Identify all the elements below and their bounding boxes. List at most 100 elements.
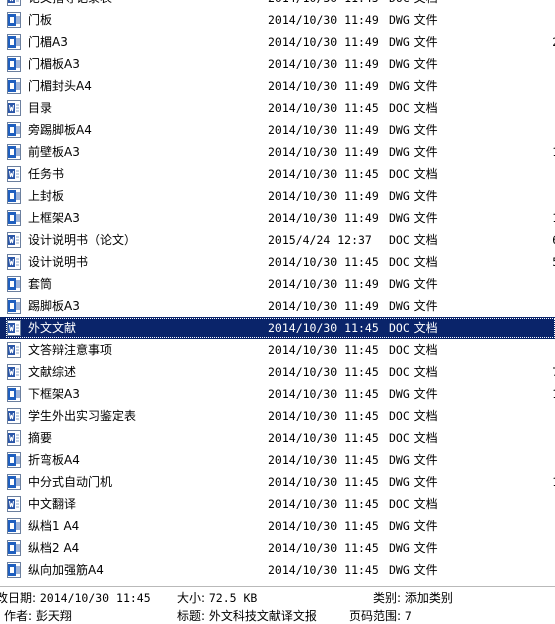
file-size: 96 xyxy=(490,75,555,97)
file-date: 2014/10/30 11:49 xyxy=(268,13,379,27)
file-name[interactable]: 门楣封头A4 xyxy=(28,75,258,97)
file-date: 2014/10/30 11:45 xyxy=(268,321,379,335)
file-name[interactable]: 文答辩注意事项 xyxy=(28,339,258,361)
file-name[interactable]: 上框架A3 xyxy=(28,207,258,229)
file-type: DWG 文件 xyxy=(389,13,438,27)
file-date: 2014/10/30 11:45 xyxy=(268,409,379,423)
file-name[interactable]: 门楣A3 xyxy=(28,31,258,53)
file-size: 73 xyxy=(490,317,555,339)
file-size: 670 xyxy=(490,229,555,251)
file-name[interactable]: 设计说明书（论文） xyxy=(28,229,258,251)
file-row-selected[interactable]: 外文文献 2014/10/30 11:45 DOC 文档 73 xyxy=(0,317,555,339)
file-row[interactable]: 纵向加强筋A4 2014/10/30 11:45 DWG 文件 85 xyxy=(0,559,555,581)
file-type: DWG 文件 xyxy=(389,519,438,533)
file-name[interactable]: 前壁板A3 xyxy=(28,141,258,163)
size-field: 大小: 72.5 KB xyxy=(177,591,258,605)
dwg-file-icon xyxy=(7,12,21,28)
file-row[interactable]: 文答辩注意事项 2014/10/30 11:45 DOC 文档 37 xyxy=(0,339,555,361)
file-row[interactable]: 门楣板A3 2014/10/30 11:49 DWG 文件 96 xyxy=(0,53,555,75)
file-row[interactable]: 设计说明书（论文） 2015/4/24 12:37 DOC 文档 670 xyxy=(0,229,555,251)
dwg-file-icon xyxy=(7,276,21,292)
file-name[interactable]: 折弯板A4 xyxy=(28,449,258,471)
file-row[interactable]: 上封板 2014/10/30 11:49 DWG 文件 42 xyxy=(0,185,555,207)
file-date: 2014/10/30 11:49 xyxy=(268,35,379,49)
file-row[interactable]: 旁踢脚板A4 2014/10/30 11:49 DWG 文件 48 xyxy=(0,119,555,141)
file-row[interactable]: 门楣A3 2014/10/30 11:49 DWG 文件 252 xyxy=(0,31,555,53)
file-date: 2014/10/30 11:45 xyxy=(268,167,379,181)
file-name[interactable]: 设计说明书 xyxy=(28,251,258,273)
file-name[interactable]: 学生外出实习鉴定表 xyxy=(28,405,258,427)
file-type: DWG 文件 xyxy=(389,387,438,401)
file-name[interactable]: 纵档2 A4 xyxy=(28,537,258,559)
file-name[interactable]: 旁踢脚板A4 xyxy=(28,119,258,141)
file-size: 41 xyxy=(490,405,555,427)
file-name[interactable]: 下框架A3 xyxy=(28,383,258,405)
file-name[interactable]: 中分式自动门机 xyxy=(28,471,258,493)
file-row[interactable]: 上框架A3 2014/10/30 11:49 DWG 文件 109 xyxy=(0,207,555,229)
title-field[interactable]: 标题: 外文科技文献译文报 xyxy=(177,609,317,624)
dwg-file-icon xyxy=(7,34,21,50)
file-row[interactable]: 学生外出实习鉴定表 2014/10/30 11:45 DOC 文档 41 xyxy=(0,405,555,427)
doc-file-icon xyxy=(7,254,21,270)
file-date: 2014/10/30 11:49 xyxy=(268,189,379,203)
file-name[interactable]: 踢脚板A3 xyxy=(28,295,258,317)
file-type: DWG 文件 xyxy=(389,211,438,225)
file-size: 24 xyxy=(490,427,555,449)
file-type: DWG 文件 xyxy=(389,189,438,203)
file-type: DWG 文件 xyxy=(389,277,438,291)
file-date: 2014/10/30 11:49 xyxy=(268,123,379,137)
file-row[interactable]: 中分式自动门机 2014/10/30 11:45 DWG 文件 154 xyxy=(0,471,555,493)
file-size: 168 xyxy=(490,141,555,163)
file-size: 719 xyxy=(490,361,555,383)
file-name[interactable]: 目录 xyxy=(28,97,258,119)
file-size: 33 xyxy=(490,273,555,295)
file-name[interactable]: 上封板 xyxy=(28,185,258,207)
file-row[interactable]: 文献综述 2014/10/30 11:45 DOC 文档 719 xyxy=(0,361,555,383)
file-row[interactable]: 折弯板A4 2014/10/30 11:45 DWG 文件 72 xyxy=(0,449,555,471)
file-date: 2014/10/30 11:45 xyxy=(268,431,379,445)
file-row[interactable]: 踢脚板A3 2014/10/30 11:49 DWG 文件 91 xyxy=(0,295,555,317)
file-name[interactable]: 外文文献 xyxy=(28,317,258,339)
file-name[interactable]: 门板 xyxy=(28,9,258,31)
file-row[interactable]: 门楣封头A4 2014/10/30 11:49 DWG 文件 96 xyxy=(0,75,555,97)
file-name[interactable]: 门楣板A3 xyxy=(28,53,258,75)
doc-file-icon xyxy=(7,320,21,336)
file-date: 2014/10/30 11:45 xyxy=(268,563,379,577)
file-row[interactable]: 任务书 2014/10/30 11:45 DOC 文档 66 xyxy=(0,163,555,185)
dwg-file-icon xyxy=(7,144,21,160)
file-type: DOC 文档 xyxy=(389,167,438,181)
file-row[interactable]: 设计说明书 2014/10/30 11:45 DOC 文档 562 xyxy=(0,251,555,273)
file-name[interactable]: 纵向加强筋A4 xyxy=(28,559,258,581)
file-name[interactable]: 纵档1 A4 xyxy=(28,515,258,537)
file-date: 2014/10/30 11:45 xyxy=(268,387,379,401)
file-row[interactable]: 下框架A3 2014/10/30 11:45 DWG 文件 104 xyxy=(0,383,555,405)
file-row[interactable]: 中文翻译 2014/10/30 11:45 DOC 文档 69 xyxy=(0,493,555,515)
page-range-field: 页码范围: 7 xyxy=(349,609,412,623)
file-date: 2014/10/30 11:45 xyxy=(268,343,379,357)
file-list[interactable]: 论文指导记录表2014/10/30 11:45DOC 文档门板2014/10/3… xyxy=(0,0,555,581)
file-row[interactable]: 纵档2 A4 2014/10/30 11:45 DWG 文件 97 xyxy=(0,537,555,559)
file-row[interactable]: 纵档1 A4 2014/10/30 11:45 DWG 文件 95 xyxy=(0,515,555,537)
file-name[interactable]: 套筒 xyxy=(28,273,258,295)
category-field[interactable]: 类别: 添加类别 xyxy=(373,591,453,606)
file-row[interactable]: 前壁板A3 2014/10/30 11:49 DWG 文件 168 xyxy=(0,141,555,163)
dwg-file-icon xyxy=(7,386,21,402)
file-date: 2014/10/30 11:45 xyxy=(268,101,379,115)
file-name[interactable]: 文献综述 xyxy=(28,361,258,383)
file-row[interactable]: 门板 2014/10/30 11:49 DWG 文件 48 xyxy=(0,9,555,31)
doc-file-icon xyxy=(7,100,21,116)
file-name[interactable]: 任务书 xyxy=(28,163,258,185)
dwg-file-icon xyxy=(7,56,21,72)
file-row[interactable]: 摘要 2014/10/30 11:45 DOC 文档 24 xyxy=(0,427,555,449)
file-type: DOC 文档 xyxy=(389,233,438,247)
file-row[interactable]: 套筒 2014/10/30 11:49 DWG 文件 33 xyxy=(0,273,555,295)
author-field[interactable]: 作者: 彭天翔 xyxy=(4,609,72,624)
file-type: DWG 文件 xyxy=(389,475,438,489)
file-name[interactable]: 中文翻译 xyxy=(28,493,258,515)
file-row[interactable]: 论文指导记录表 2014/10/30 11:45DOC 文档 xyxy=(0,0,555,9)
file-type: DWG 文件 xyxy=(389,79,438,93)
file-name[interactable]: 论文指导记录表 xyxy=(28,0,258,9)
dwg-file-icon xyxy=(7,188,21,204)
file-name[interactable]: 摘要 xyxy=(28,427,258,449)
file-row[interactable]: 目录 2014/10/30 11:45 DOC 文档 62 xyxy=(0,97,555,119)
